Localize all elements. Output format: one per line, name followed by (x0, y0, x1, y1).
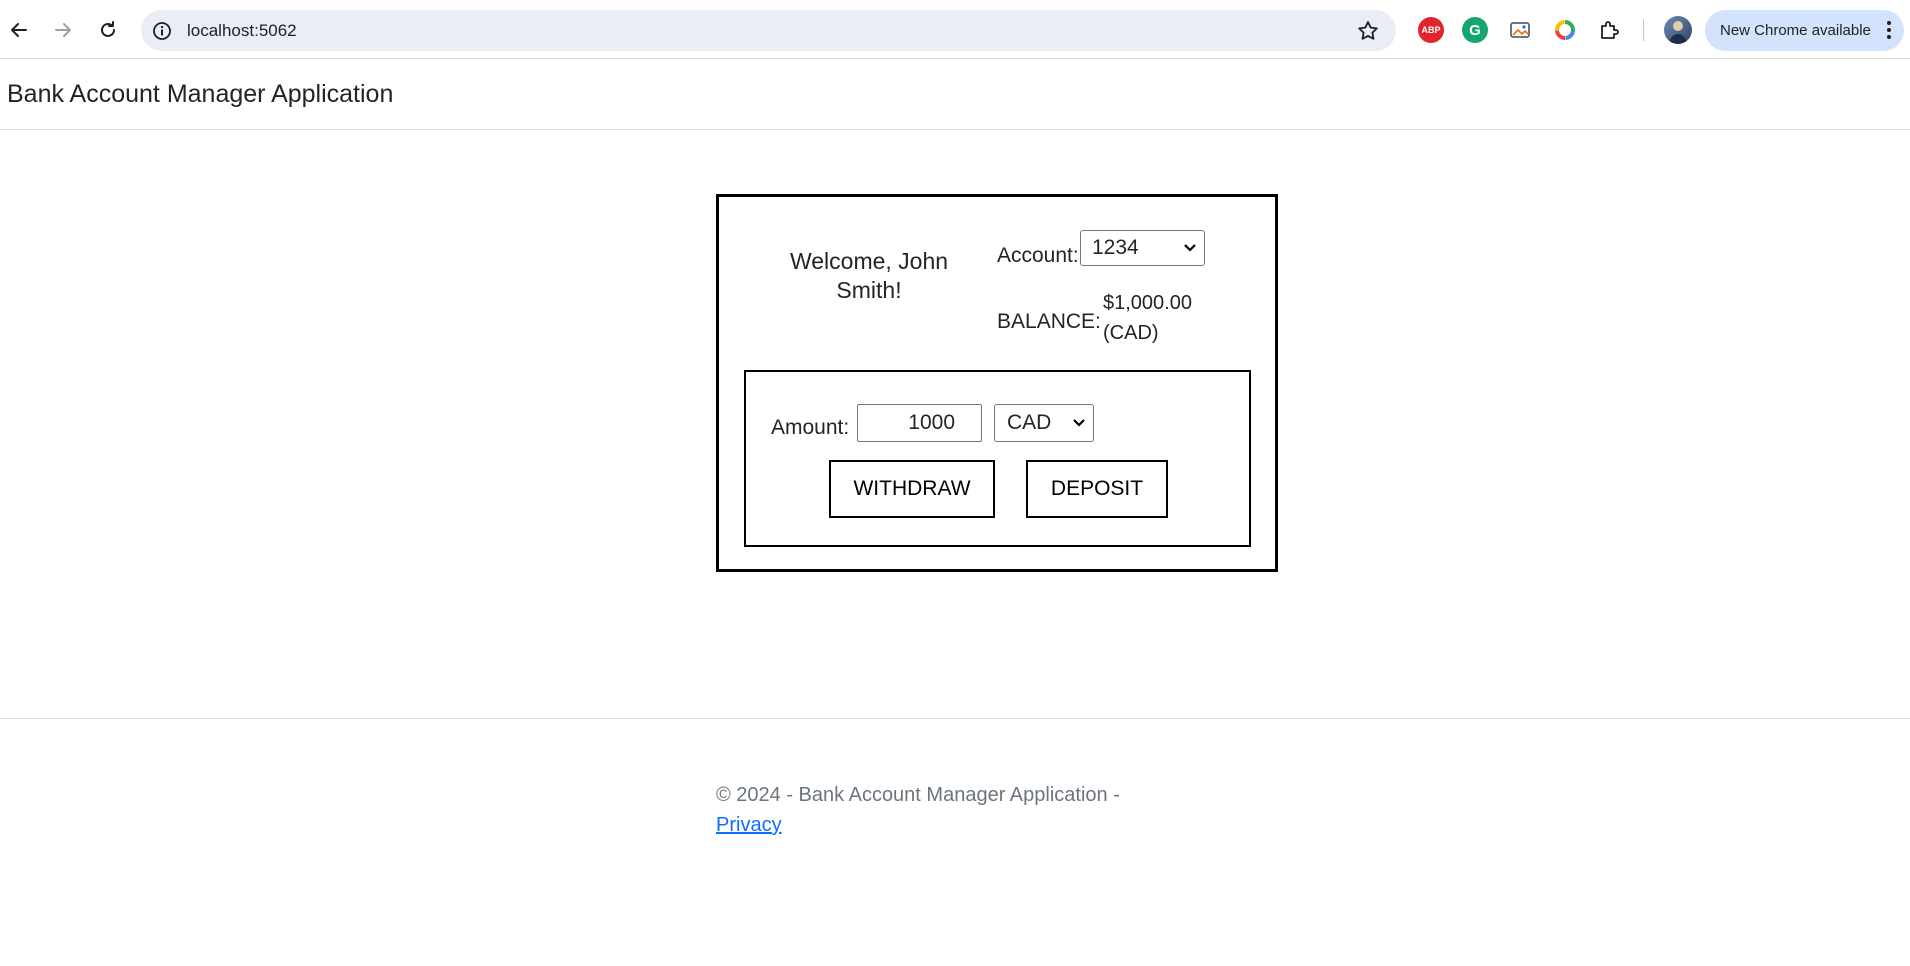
currency-select[interactable]: CAD (994, 404, 1094, 442)
balance-label: BALANCE: (997, 310, 1101, 333)
account-select[interactable]: 1234 (1080, 230, 1205, 266)
extensions-puzzle-icon[interactable] (1597, 17, 1623, 43)
welcome-message: Welcome, John Smith! (789, 248, 949, 303)
chevron-down-icon (1184, 244, 1196, 252)
currency-selected-value: CAD (1007, 411, 1052, 434)
chrome-update-button[interactable]: New Chrome available (1705, 10, 1904, 51)
reload-button[interactable] (90, 12, 126, 48)
navbar-brand[interactable]: Bank Account Manager Application (7, 80, 393, 109)
app-navbar: Bank Account Manager Application (0, 60, 1910, 130)
toolbar-separator (1643, 19, 1644, 41)
grammarly-text: G (1469, 21, 1481, 39)
abp-text: ABP (1421, 25, 1441, 35)
chevron-down-icon (1073, 419, 1085, 427)
grammarly-icon[interactable]: G (1462, 17, 1488, 43)
color-ring-extension-icon[interactable] (1552, 17, 1578, 43)
account-label: Account: (997, 244, 1079, 267)
url-text[interactable]: localhost:5062 (187, 20, 297, 41)
address-bar[interactable]: localhost:5062 (141, 10, 1396, 51)
transaction-panel: Amount: 1000 CAD WITHDRAW DEPOSIT (744, 370, 1251, 547)
deposit-button[interactable]: DEPOSIT (1026, 460, 1168, 518)
balance-value: $1,000.00 (CAD) (1103, 292, 1192, 344)
site-info-icon[interactable] (151, 20, 173, 42)
account-card: Welcome, John Smith! Account: 1234 BALAN… (716, 194, 1278, 572)
amount-input[interactable]: 1000 (857, 404, 982, 442)
image-extension-icon[interactable] (1507, 17, 1533, 43)
account-selected-value: 1234 (1092, 236, 1139, 259)
forward-button[interactable] (45, 12, 81, 48)
withdraw-button[interactable]: WITHDRAW (829, 460, 995, 518)
reload-icon (101, 21, 115, 37)
amount-label: Amount: (771, 416, 850, 439)
back-button[interactable] (1, 12, 37, 48)
browser-toolbar: localhost:5062 ABP G New Chrome availabl… (0, 0, 1910, 59)
footer: © 2024 - Bank Account Manager Applicatio… (716, 780, 1136, 840)
footer-divider (0, 718, 1910, 719)
bookmark-star-icon[interactable] (1356, 19, 1380, 43)
arrow-right-icon (55, 23, 71, 37)
arrow-left-icon (11, 23, 27, 37)
privacy-link[interactable]: Privacy (716, 814, 782, 836)
adblock-plus-icon[interactable]: ABP (1418, 17, 1444, 43)
footer-copyright: © 2024 - Bank Account Manager Applicatio… (716, 784, 1120, 806)
more-vert-icon[interactable] (1886, 20, 1892, 40)
update-label: New Chrome available (1720, 22, 1871, 39)
profile-person-icon (1669, 21, 1687, 44)
profile-avatar[interactable] (1664, 16, 1692, 44)
